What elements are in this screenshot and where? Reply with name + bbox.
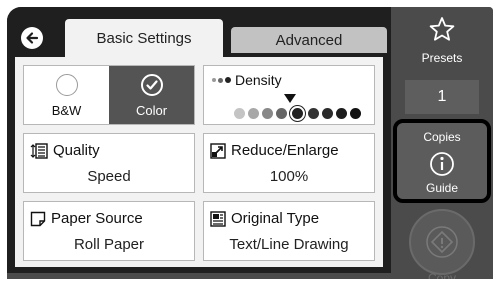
- density-dots-icon: [212, 77, 231, 83]
- density-dot: [276, 108, 287, 119]
- density-dot: [308, 108, 319, 119]
- density-dot: [350, 108, 361, 119]
- original-type-value: Text/Line Drawing: [229, 236, 349, 253]
- density-label: Density: [235, 72, 282, 88]
- original-type-title: Original Type: [210, 210, 319, 227]
- quality-button[interactable]: Quality Speed: [23, 133, 195, 193]
- color-label: Color: [135, 103, 168, 118]
- reduce-value: 100%: [269, 168, 309, 185]
- copies-label: Copies: [423, 130, 461, 144]
- density-dot: [248, 108, 259, 119]
- guide-label: Guide: [425, 181, 459, 195]
- side-panel: Presets 1 Copies Guide Copy: [391, 7, 493, 279]
- info-icon: [430, 152, 454, 176]
- quality-label: Quality: [53, 142, 100, 159]
- paper-source-button[interactable]: Paper Source Roll Paper: [23, 201, 195, 261]
- copies-guide-button[interactable]: Copies Guide: [393, 119, 491, 203]
- copies-count: 1: [437, 88, 447, 105]
- bw-label: B&W: [51, 103, 82, 118]
- density-dot: [336, 108, 347, 119]
- check-circle-icon: [140, 74, 163, 96]
- tab-basic-label: Basic Settings: [96, 29, 192, 47]
- presets-label: Presets: [421, 51, 463, 65]
- density-pointer-icon: [284, 94, 296, 103]
- density-dot: [234, 108, 245, 119]
- original-type-button[interactable]: Original Type Text/Line Drawing: [203, 201, 375, 261]
- quality-title: Quality: [30, 142, 100, 159]
- paper-source-label: Paper Source: [51, 210, 143, 227]
- tab-advanced-label: Advanced: [275, 31, 343, 49]
- density-title: Density: [212, 72, 282, 88]
- color-option[interactable]: Color: [109, 66, 194, 124]
- tab-advanced[interactable]: Advanced: [231, 27, 387, 53]
- density-scale: [234, 106, 361, 121]
- printer-screen: Basic Settings Advanced B&W Color Densit…: [7, 7, 493, 279]
- star-icon: [429, 17, 455, 41]
- density-dot: [262, 108, 273, 119]
- resize-icon: [210, 142, 226, 159]
- reduce-enlarge-button[interactable]: Reduce/Enlarge 100%: [203, 133, 375, 193]
- copy-start-button[interactable]: [409, 209, 475, 275]
- quality-icon: [30, 142, 48, 159]
- paper-source-value: Roll Paper: [73, 236, 145, 253]
- back-button[interactable]: [21, 27, 43, 49]
- color-mode-selector: B&W Color: [23, 65, 195, 125]
- copy-label: Copy: [427, 271, 456, 279]
- paper-source-title: Paper Source: [30, 210, 143, 227]
- tab-basic-settings[interactable]: Basic Settings: [65, 19, 223, 57]
- density-button[interactable]: Density: [203, 65, 375, 125]
- density-dot: [322, 108, 333, 119]
- main-area: Basic Settings Advanced B&W Color Densit…: [7, 7, 391, 273]
- original-type-icon: [210, 210, 226, 227]
- density-dot-selected: [290, 106, 305, 121]
- reduce-title: Reduce/Enlarge: [210, 142, 339, 159]
- presets-button[interactable]: Presets: [391, 7, 493, 71]
- bw-option[interactable]: B&W: [24, 66, 109, 124]
- paper-icon: [30, 211, 46, 226]
- copies-count-field[interactable]: 1: [405, 80, 479, 114]
- start-diamond-icon: [426, 226, 458, 258]
- quality-value: Speed: [87, 168, 131, 185]
- reduce-label: Reduce/Enlarge: [231, 142, 339, 159]
- back-arrow-icon: [26, 32, 39, 44]
- settings-panel: B&W Color Density Quality Speed Reduce/E…: [15, 57, 383, 267]
- radio-unselected-icon: [55, 74, 78, 96]
- original-type-label: Original Type: [231, 210, 320, 227]
